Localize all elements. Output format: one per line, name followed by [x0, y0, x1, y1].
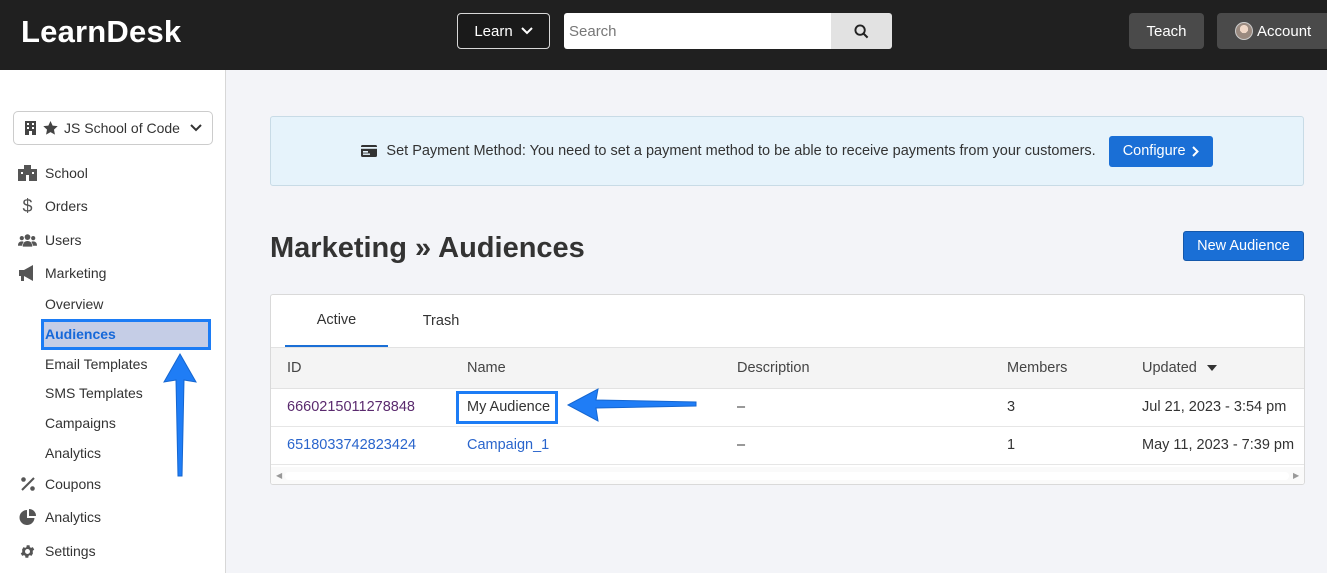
- sidebar-item-settings[interactable]: Settings: [18, 541, 96, 561]
- account-label: Account: [1257, 22, 1312, 40]
- table-header: ID Name Description Members Updated: [271, 347, 1304, 389]
- account-button[interactable]: Account: [1217, 13, 1327, 49]
- audience-description: –: [737, 399, 746, 415]
- sidebar: JS School of Code School $ Orders Users …: [0, 70, 226, 573]
- pie-chart-icon: [18, 508, 37, 526]
- sidebar-item-label: Analytics: [45, 509, 102, 525]
- audience-name-link[interactable]: My Audience: [467, 399, 550, 415]
- scroll-left-icon[interactable]: ◀: [276, 471, 282, 480]
- horizontal-scrollbar[interactable]: ◀ ▶: [271, 467, 1304, 484]
- payment-method-banner: Set Payment Method: You need to set a pa…: [270, 116, 1304, 186]
- column-header-name[interactable]: Name: [467, 360, 506, 376]
- school-name: JS School of Code: [64, 120, 180, 136]
- sidebar-subitem-analytics[interactable]: Analytics: [45, 443, 101, 463]
- sidebar-subitem-email-templates[interactable]: Email Templates: [45, 354, 147, 374]
- percent-icon: [18, 475, 37, 493]
- chevron-down-icon: [190, 124, 202, 132]
- search-input[interactable]: [564, 13, 831, 49]
- sidebar-subitem-campaigns[interactable]: Campaigns: [45, 413, 116, 433]
- sidebar-item-label: Settings: [45, 543, 96, 559]
- audience-description: –: [737, 437, 746, 453]
- column-header-updated[interactable]: Updated: [1142, 360, 1217, 376]
- credit-card-icon: [361, 145, 378, 157]
- teach-button[interactable]: Teach: [1129, 13, 1204, 49]
- sidebar-item-orders[interactable]: $ Orders: [18, 195, 88, 216]
- learn-dropdown-button[interactable]: Learn: [457, 13, 550, 49]
- column-header-description[interactable]: Description: [737, 360, 810, 376]
- chevron-down-icon: [520, 27, 533, 35]
- column-header-members[interactable]: Members: [1007, 360, 1067, 376]
- audience-id-link[interactable]: 6660215011278848: [287, 399, 415, 415]
- sort-down-icon: [1206, 365, 1217, 372]
- sidebar-item-analytics[interactable]: Analytics: [18, 507, 101, 527]
- sidebar-subitem-sms-templates[interactable]: SMS Templates: [45, 383, 143, 403]
- new-audience-button[interactable]: New Audience: [1183, 231, 1304, 261]
- audience-members: 3: [1007, 399, 1016, 415]
- sidebar-item-school[interactable]: School: [18, 163, 88, 183]
- sidebar-item-label: Coupons: [45, 476, 102, 492]
- dollar-icon: $: [22, 195, 33, 216]
- tab-active[interactable]: Active: [285, 295, 388, 347]
- sidebar-subitem-overview[interactable]: Overview: [45, 294, 103, 314]
- building-icon: [18, 164, 37, 182]
- audiences-card: Active Trash ID Name Description Members…: [270, 294, 1305, 485]
- search-bar: [564, 13, 892, 49]
- search-icon: [854, 23, 869, 38]
- sidebar-item-users[interactable]: Users: [18, 230, 82, 250]
- banner-text: Set Payment Method: You need to set a pa…: [386, 143, 1096, 159]
- scroll-thumb[interactable]: [285, 472, 1289, 480]
- scroll-right-icon[interactable]: ▶: [1293, 471, 1299, 480]
- tab-trash[interactable]: Trash: [391, 295, 491, 347]
- app-logo[interactable]: LearnDesk: [21, 14, 181, 50]
- search-button[interactable]: [831, 13, 892, 49]
- column-header-id[interactable]: ID: [287, 360, 302, 376]
- audience-name-link[interactable]: Campaign_1: [467, 437, 549, 453]
- megaphone-icon: [18, 264, 37, 282]
- chevron-right-icon: [1191, 145, 1199, 157]
- page-title: Marketing » Audiences: [270, 232, 585, 264]
- configure-label: Configure: [1122, 143, 1186, 159]
- column-header-updated-label: Updated: [1142, 360, 1197, 376]
- audience-updated: May 11, 2023 - 7:39 pm: [1142, 437, 1295, 453]
- star-icon: [43, 121, 58, 135]
- sidebar-item-marketing[interactable]: Marketing: [18, 263, 106, 283]
- sidebar-item-label: Users: [45, 232, 82, 248]
- sidebar-item-label: Orders: [45, 198, 88, 214]
- learn-label: Learn: [474, 22, 513, 40]
- table-row[interactable]: 6660215011278848 My Audience – 3 Jul 21,…: [271, 389, 1304, 427]
- audience-updated: Jul 21, 2023 - 3:54 pm: [1142, 399, 1287, 415]
- users-icon: [18, 231, 37, 249]
- sidebar-item-label: Marketing: [45, 265, 107, 281]
- gear-icon: [18, 542, 37, 560]
- sidebar-item-label: School: [45, 165, 88, 181]
- audience-id-link[interactable]: 6518033742823424: [287, 437, 416, 453]
- building-icon: [25, 121, 36, 135]
- table-row[interactable]: 6518033742823424 Campaign_1 – 1 May 11, …: [271, 427, 1304, 465]
- audience-members: 1: [1007, 437, 1016, 453]
- top-navbar: LearnDesk Learn Teach Account: [0, 0, 1327, 70]
- sidebar-subitem-audiences[interactable]: Audiences: [41, 319, 211, 350]
- sidebar-item-coupons[interactable]: Coupons: [18, 474, 101, 494]
- configure-button[interactable]: Configure: [1108, 135, 1213, 167]
- school-selector[interactable]: JS School of Code: [13, 111, 213, 145]
- avatar: [1235, 22, 1253, 40]
